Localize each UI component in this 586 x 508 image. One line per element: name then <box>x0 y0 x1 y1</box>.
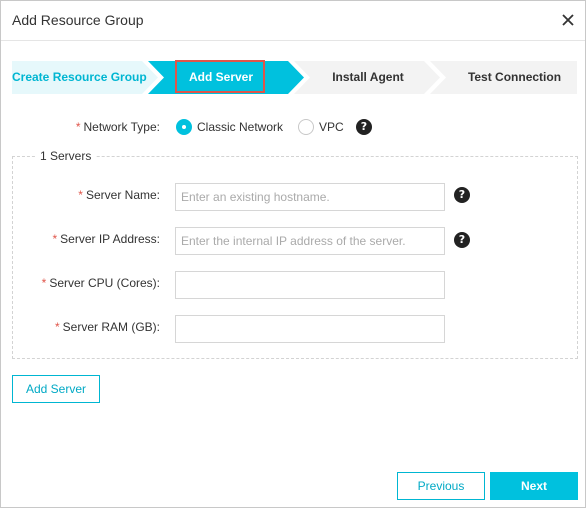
server-ram-label: * Server RAM (GB): <box>54 320 160 334</box>
radio-vpc[interactable] <box>298 119 314 135</box>
previous-button[interactable]: Previous <box>397 472 485 500</box>
question-circle-icon[interactable]: ? <box>356 119 372 135</box>
close-icon[interactable] <box>560 12 576 28</box>
step-install-agent: Install Agent <box>332 70 404 84</box>
server-ram-input[interactable] <box>175 315 445 343</box>
server-ip-input[interactable] <box>175 227 445 255</box>
add-resource-group-dialog: Add Resource Group Create Resource Group… <box>0 0 586 508</box>
step-progress: Create Resource Group Add Server Install… <box>12 61 577 94</box>
step-create-resource-group: Create Resource Group <box>12 70 147 84</box>
radio-classic-network-label[interactable]: Classic Network <box>197 120 283 134</box>
question-circle-icon[interactable]: ? <box>454 187 470 203</box>
radio-vpc-label[interactable]: VPC <box>319 120 344 134</box>
server-ip-label: * Server IP Address: <box>52 232 161 246</box>
server-cpu-input[interactable] <box>175 271 445 299</box>
step-test-connection: Test Connection <box>467 70 562 84</box>
radio-classic-network[interactable] <box>176 119 192 135</box>
server-name-input[interactable] <box>175 183 445 211</box>
dialog-title: Add Resource Group <box>12 12 144 28</box>
network-type-label: * Network Type: <box>75 120 160 134</box>
dialog-header: Add Resource Group <box>1 1 585 41</box>
active-step-highlight <box>175 60 265 93</box>
servers-legend: 1 Servers <box>35 149 97 163</box>
server-cpu-label: * Server CPU (Cores): <box>41 276 160 290</box>
next-button[interactable]: Next <box>490 472 578 500</box>
server-name-label: * Server Name: <box>78 188 160 202</box>
required-mark: * <box>75 120 81 134</box>
add-server-button[interactable]: Add Server <box>12 375 100 403</box>
question-circle-icon[interactable]: ? <box>454 232 470 248</box>
